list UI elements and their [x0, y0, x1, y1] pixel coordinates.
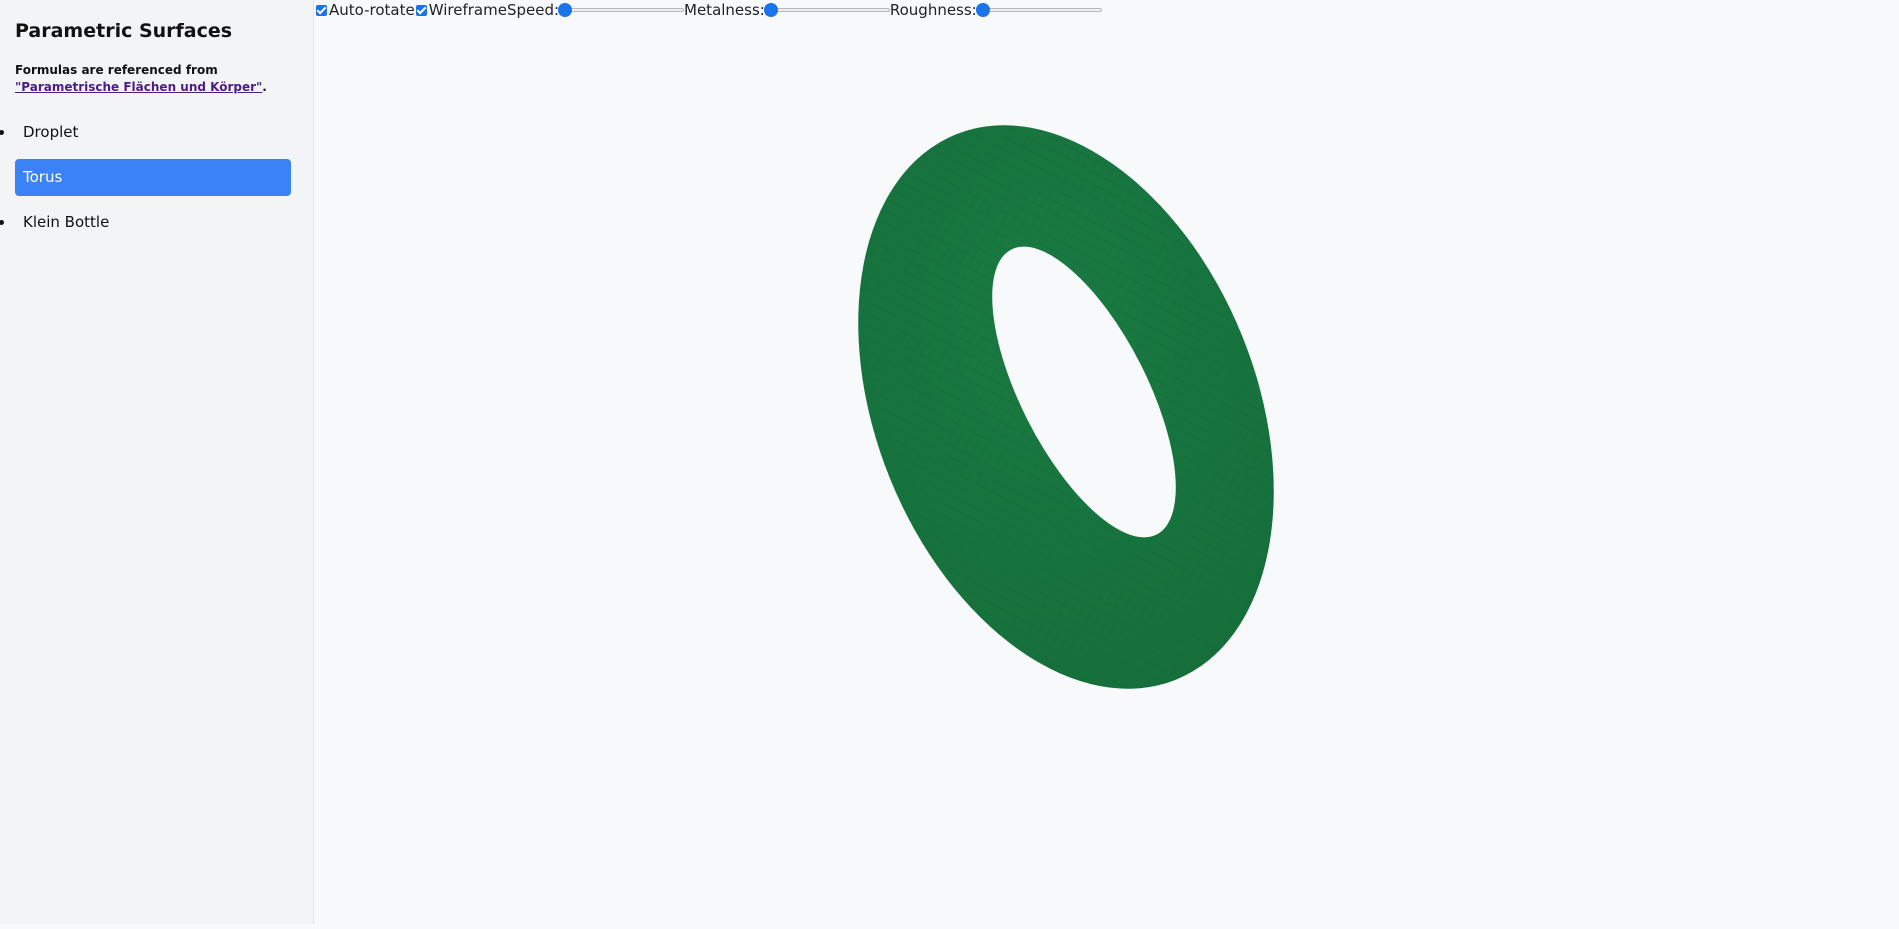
speed-slider[interactable] [558, 2, 685, 18]
wireframe-lines [815, 80, 1335, 760]
menu-item-droplet[interactable]: Droplet [0, 114, 291, 151]
bullet-icon [0, 130, 4, 135]
menu-item-label: Torus [23, 168, 63, 186]
reference-note: Formulas are referenced from "Parametris… [15, 62, 300, 96]
metalness-label: Metalness: [684, 1, 765, 19]
slider-thumb[interactable] [763, 3, 778, 17]
torus-surface [815, 80, 1335, 760]
slider-track [977, 8, 1102, 12]
slider-thumb[interactable] [558, 3, 573, 17]
bullet-icon [0, 220, 4, 225]
wireframe-checkbox[interactable] [415, 4, 427, 16]
speed-label: Speed: [506, 1, 560, 19]
control-bar: Auto-rotate Wireframe Speed: Metalness: … [315, 0, 1102, 20]
roughness-label: Roughness: [889, 1, 977, 19]
slider-track [765, 8, 890, 12]
menu-item-torus[interactable]: Torus [15, 159, 291, 196]
wireframe-label: Wireframe [428, 1, 507, 19]
metalness-slider[interactable] [763, 2, 890, 18]
menu-item-klein-bottle[interactable]: Klein Bottle [0, 204, 291, 241]
auto-rotate-checkbox[interactable] [316, 4, 327, 16]
torus-render [815, 80, 1335, 760]
page-title: Parametric Surfaces [15, 20, 233, 42]
sidebar: Parametric Surfaces Formulas are referen… [0, 0, 314, 924]
reference-suffix: . [262, 80, 267, 94]
reference-prefix: Formulas are referenced from [15, 63, 218, 77]
roughness-slider[interactable] [975, 2, 1102, 18]
auto-rotate-label: Auto-rotate [329, 1, 415, 19]
3d-viewport[interactable] [315, 20, 1899, 924]
slider-track [560, 8, 685, 12]
slider-thumb[interactable] [975, 3, 990, 17]
menu-item-label: Klein Bottle [23, 213, 110, 231]
reference-link[interactable]: "Parametrische Flächen und Körper" [15, 80, 262, 94]
menu-item-label: Droplet [23, 123, 79, 141]
surface-menu: Droplet Torus Klein Bottle [0, 114, 298, 241]
